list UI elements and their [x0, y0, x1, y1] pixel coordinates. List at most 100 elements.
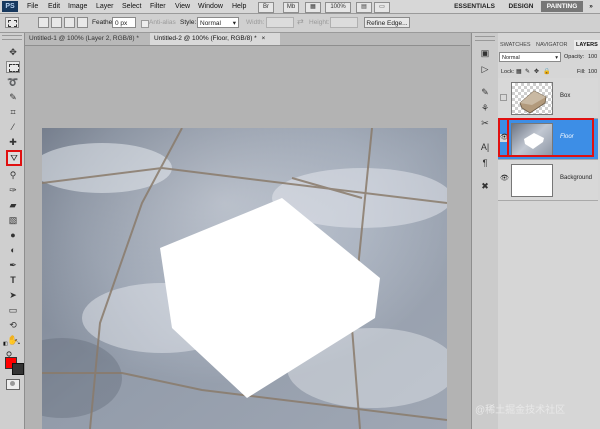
arrange-documents-button[interactable]: ▤	[356, 2, 372, 13]
tool-preset-picker[interactable]	[5, 17, 19, 28]
eyedropper-icon[interactable]: ⁄	[6, 121, 20, 133]
intersect-selection-icon[interactable]	[77, 17, 88, 28]
tab-layers[interactable]: LAYERS	[574, 40, 600, 50]
blur-tool-icon[interactable]: ●	[6, 229, 20, 241]
blend-mode-dropdown[interactable]: Normal ▾	[499, 52, 561, 62]
panel-dock: ▣ ▷ ✎ ⚘ ✂ A| ¶ ✖	[471, 33, 499, 429]
fill-label: Fill:	[577, 69, 586, 75]
close-icon[interactable]: ×	[262, 35, 266, 42]
eye-icon[interactable]: 👁	[500, 175, 509, 183]
dodge-tool-icon[interactable]: ◐	[6, 244, 20, 256]
paint-bucket-icon[interactable]: ⛛	[6, 150, 22, 166]
opacity-input[interactable]: 100	[588, 54, 597, 60]
refine-edge-button[interactable]: Refine Edge...	[364, 17, 410, 28]
menu-select[interactable]: Select	[122, 1, 141, 12]
tab-untitled-1[interactable]: Untitled-1 @ 100% (Layer 2, RGB/8) * ×	[25, 33, 150, 54]
layer-row-box[interactable]: Box	[498, 78, 598, 119]
layer-thumbnail	[511, 164, 553, 197]
visibility-toggle-empty[interactable]	[500, 94, 507, 101]
lock-position-icon[interactable]: ✥	[534, 68, 539, 75]
lock-pixels-icon[interactable]: ✎	[525, 68, 530, 75]
quick-selection-icon[interactable]: ✎	[6, 91, 20, 103]
tools-panel-icon[interactable]: ✖	[479, 180, 491, 192]
swap-dimensions-icon[interactable]: ⇄	[297, 17, 304, 26]
gradient-icon[interactable]: ▧	[6, 214, 20, 226]
eraser-icon[interactable]: ▰	[6, 199, 20, 211]
bridge-button[interactable]: Br	[258, 2, 274, 13]
highlight-floor-layer	[507, 118, 594, 157]
anti-alias-checkbox[interactable]	[141, 20, 149, 28]
menu-help[interactable]: Help	[232, 1, 246, 12]
lock-all-icon[interactable]: 🔒	[543, 68, 550, 75]
type-tool-icon[interactable]: T	[6, 274, 20, 286]
clone-source-panel-icon[interactable]: ⚘	[479, 102, 491, 114]
crop-tool-icon[interactable]: ⌗	[6, 106, 20, 118]
pen-tool-icon[interactable]: ✒	[6, 259, 20, 271]
zoom-level-dropdown[interactable]: 100%	[325, 2, 351, 13]
tool-presets-panel-icon[interactable]: ✂	[479, 117, 491, 129]
tab-navigator[interactable]: NAVIGATOR	[534, 40, 569, 50]
fill-input[interactable]: 100	[588, 69, 597, 75]
move-tool-icon[interactable]: ✥	[6, 46, 20, 58]
chevron-down-icon: ▾	[555, 55, 558, 61]
width-input[interactable]	[266, 17, 294, 28]
menu-window[interactable]: Window	[198, 1, 223, 12]
rectangular-marquee-icon[interactable]	[6, 61, 20, 73]
brushes-panel-icon[interactable]: ✎	[479, 86, 491, 98]
menu-edit[interactable]: Edit	[48, 1, 60, 12]
menu-view[interactable]: View	[175, 1, 190, 12]
tab-label: Untitled-1 @ 100% (Layer 2, RGB/8) *	[29, 35, 139, 42]
chevron-down-icon: ▾	[232, 20, 236, 27]
background-color-swatch[interactable]	[12, 363, 24, 375]
toolbox: ✥ ➰ ✎ ⌗ ⁄ ✚ ✐ ⛛ ⚲ ✑ ▰ ▧ ● ◐ ✒ T ➤ ▭ ⟲ ✋ …	[0, 33, 25, 429]
workspace-painting[interactable]: PAINTING	[541, 1, 583, 12]
3d-rotate-icon[interactable]: ⟲	[6, 319, 20, 331]
height-label: Height:	[309, 19, 330, 26]
history-panel-icon[interactable]: ▣	[479, 47, 491, 59]
lock-label: Lock:	[501, 69, 515, 75]
add-to-selection-icon[interactable]	[51, 17, 62, 28]
workspace-essentials[interactable]: ESSENTIALS	[452, 1, 497, 12]
menu-filter[interactable]: Filter	[150, 1, 166, 12]
style-dropdown[interactable]: Normal ▾	[197, 17, 239, 28]
marquee-preset-icon	[8, 20, 17, 27]
path-selection-icon[interactable]: ➤	[6, 289, 20, 301]
workspace-design[interactable]: DESIGN	[504, 1, 538, 12]
dock-grip[interactable]	[475, 36, 495, 41]
subtract-selection-icon[interactable]	[64, 17, 75, 28]
tab-label: Untitled-2 @ 100% (Floor, RGB/8) *	[154, 35, 257, 42]
layer-name[interactable]: Box	[560, 93, 570, 99]
lock-transparent-icon[interactable]: ▦	[516, 68, 522, 75]
tab-untitled-2[interactable]: Untitled-2 @ 100% (Floor, RGB/8) * ×	[150, 33, 280, 45]
actions-panel-icon[interactable]: ▷	[479, 63, 491, 75]
height-input[interactable]	[330, 17, 358, 28]
menu-bar: PS File Edit Image Layer Select Filter V…	[0, 0, 600, 14]
layers-empty-area[interactable]	[498, 201, 598, 429]
anti-alias-label: Anti-alias	[149, 19, 176, 26]
default-colors-icon[interactable]: ◧	[3, 341, 9, 347]
menu-file[interactable]: File	[27, 1, 38, 12]
spot-healing-icon[interactable]: ✚	[6, 136, 20, 148]
swap-colors-icon[interactable]: ⤡	[15, 340, 20, 347]
feather-input[interactable]: 0 px	[112, 17, 136, 28]
tab-swatches[interactable]: SWATCHES	[498, 40, 533, 50]
menu-layer[interactable]: Layer	[96, 1, 114, 12]
toolbox-grip[interactable]	[2, 35, 22, 40]
new-selection-icon[interactable]	[38, 17, 49, 28]
character-panel-icon[interactable]: A|	[479, 141, 491, 153]
quick-mask-icon[interactable]	[6, 379, 20, 390]
more-workspaces-button[interactable]: »	[585, 1, 597, 12]
menu-image[interactable]: Image	[68, 1, 87, 12]
mini-bridge-button[interactable]: Mb	[283, 2, 299, 13]
view-extras-button[interactable]: ▦	[305, 2, 321, 13]
layer-name[interactable]: Background	[560, 175, 592, 181]
history-brush-icon[interactable]: ✑	[6, 184, 20, 196]
lasso-tool-icon[interactable]: ➰	[6, 76, 20, 88]
paragraph-panel-icon[interactable]: ¶	[479, 157, 491, 169]
rectangle-shape-icon[interactable]: ▭	[6, 304, 20, 316]
layer-row-background[interactable]: 👁 Background	[498, 160, 598, 201]
style-label: Style:	[180, 19, 197, 26]
document-canvas[interactable]	[42, 128, 447, 429]
clone-stamp-icon[interactable]: ⚲	[6, 169, 20, 181]
screen-mode-button[interactable]: ▭	[374, 2, 390, 13]
